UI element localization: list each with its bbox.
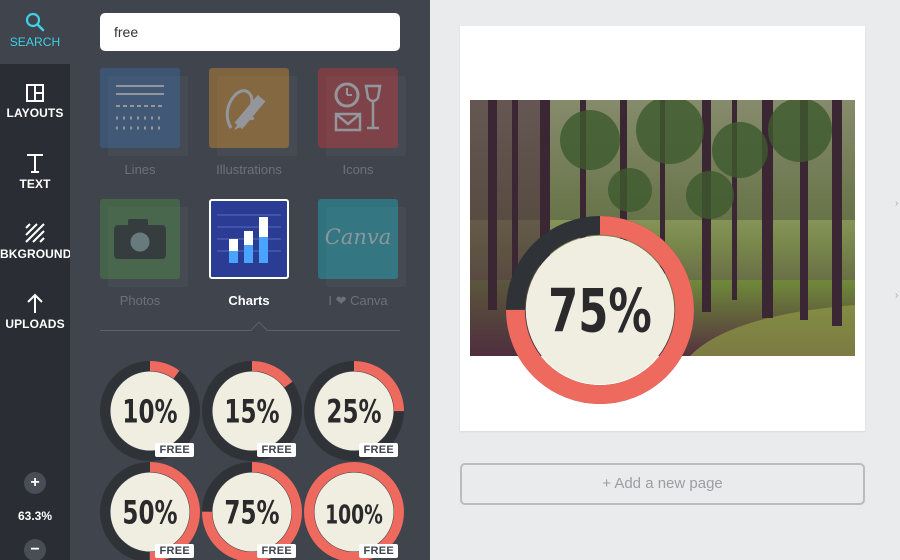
pencil-icon bbox=[225, 89, 266, 130]
bar-chart-icon bbox=[217, 214, 281, 263]
rail-text-label: TEXT bbox=[19, 177, 51, 191]
left-rail: SEARCH LAYOUTS TEXT BKGROUND UPLOADS + 6… bbox=[0, 0, 72, 560]
icons-thumbnail bbox=[318, 68, 398, 148]
rail-uploads-button[interactable]: UPLOADS bbox=[0, 292, 70, 331]
category-icons-label: Icons bbox=[342, 162, 374, 177]
chart-result-100[interactable]: 100% FREE bbox=[304, 462, 404, 560]
free-badge: FREE bbox=[155, 443, 194, 457]
lines-thumbnail bbox=[100, 68, 180, 148]
canva-logo: Canva bbox=[324, 225, 392, 249]
free-badge: FREE bbox=[359, 443, 398, 457]
rail-text-button[interactable]: TEXT bbox=[0, 152, 70, 191]
percent-label: 15% bbox=[224, 393, 279, 431]
rail-uploads-label: UPLOADS bbox=[5, 317, 65, 331]
search-panel: Lines Illustrations I bbox=[70, 0, 430, 560]
free-badge: FREE bbox=[257, 443, 296, 457]
free-badge: FREE bbox=[359, 544, 398, 558]
charts-thumbnail bbox=[209, 199, 289, 279]
chart-result-25[interactable]: 25% FREE bbox=[304, 361, 404, 461]
edge-handle: › bbox=[895, 290, 899, 301]
background-icon bbox=[25, 223, 45, 243]
lines-icon bbox=[116, 85, 164, 130]
category-illustrations-label: Illustrations bbox=[216, 162, 282, 177]
add-page-button[interactable]: + Add a new page bbox=[460, 463, 865, 505]
rail-layouts-label: LAYOUTS bbox=[6, 106, 64, 120]
chart-result-75[interactable]: 75% FREE bbox=[202, 462, 302, 560]
design-page[interactable]: 75% bbox=[460, 26, 865, 431]
free-badge: FREE bbox=[257, 544, 296, 558]
upload-icon bbox=[27, 293, 43, 313]
search-icon bbox=[25, 12, 45, 32]
free-badge: FREE bbox=[155, 544, 194, 558]
rail-background-button[interactable]: BKGROUND bbox=[0, 222, 72, 261]
rail-search-label: SEARCH bbox=[9, 35, 61, 49]
percent-label: 75% bbox=[224, 494, 279, 532]
zoom-level: 63.3% bbox=[17, 509, 53, 523]
zoom-out-button[interactable]: − bbox=[24, 539, 46, 560]
search-input[interactable] bbox=[100, 13, 400, 51]
category-photos-label: Photos bbox=[119, 293, 161, 308]
edge-handle: › bbox=[895, 198, 899, 209]
percent-label: 100% bbox=[325, 501, 383, 531]
canva-thumbnail: Canva bbox=[318, 199, 398, 279]
percent-label: 25% bbox=[326, 393, 381, 431]
layouts-icon bbox=[26, 84, 44, 102]
chart-result-15[interactable]: 15% FREE bbox=[202, 361, 302, 461]
selected-category-caret bbox=[250, 321, 268, 339]
icons-icon bbox=[334, 82, 382, 132]
chart-result-10[interactable]: 10% FREE bbox=[100, 361, 200, 461]
rail-layouts-button[interactable]: LAYOUTS bbox=[0, 83, 70, 120]
percent-label: 75% bbox=[548, 277, 652, 347]
percent-label: 10% bbox=[122, 393, 177, 431]
zoom-in-button[interactable]: + bbox=[24, 472, 46, 494]
rail-search-button[interactable]: SEARCH bbox=[0, 12, 70, 49]
category-lines-label: Lines bbox=[124, 162, 156, 177]
category-charts-label: Charts bbox=[228, 293, 270, 308]
chart-result-50[interactable]: 50% FREE bbox=[100, 462, 200, 560]
photos-thumbnail bbox=[100, 199, 180, 279]
illustrations-thumbnail bbox=[209, 68, 289, 148]
category-i-love-canva-label: I ❤ Canva bbox=[328, 293, 388, 308]
canvas-donut-chart[interactable]: 75% bbox=[506, 216, 694, 404]
text-icon bbox=[27, 154, 43, 173]
rail-background-label: BKGROUND bbox=[0, 247, 72, 261]
percent-label: 50% bbox=[122, 494, 177, 532]
camera-icon bbox=[114, 219, 166, 259]
